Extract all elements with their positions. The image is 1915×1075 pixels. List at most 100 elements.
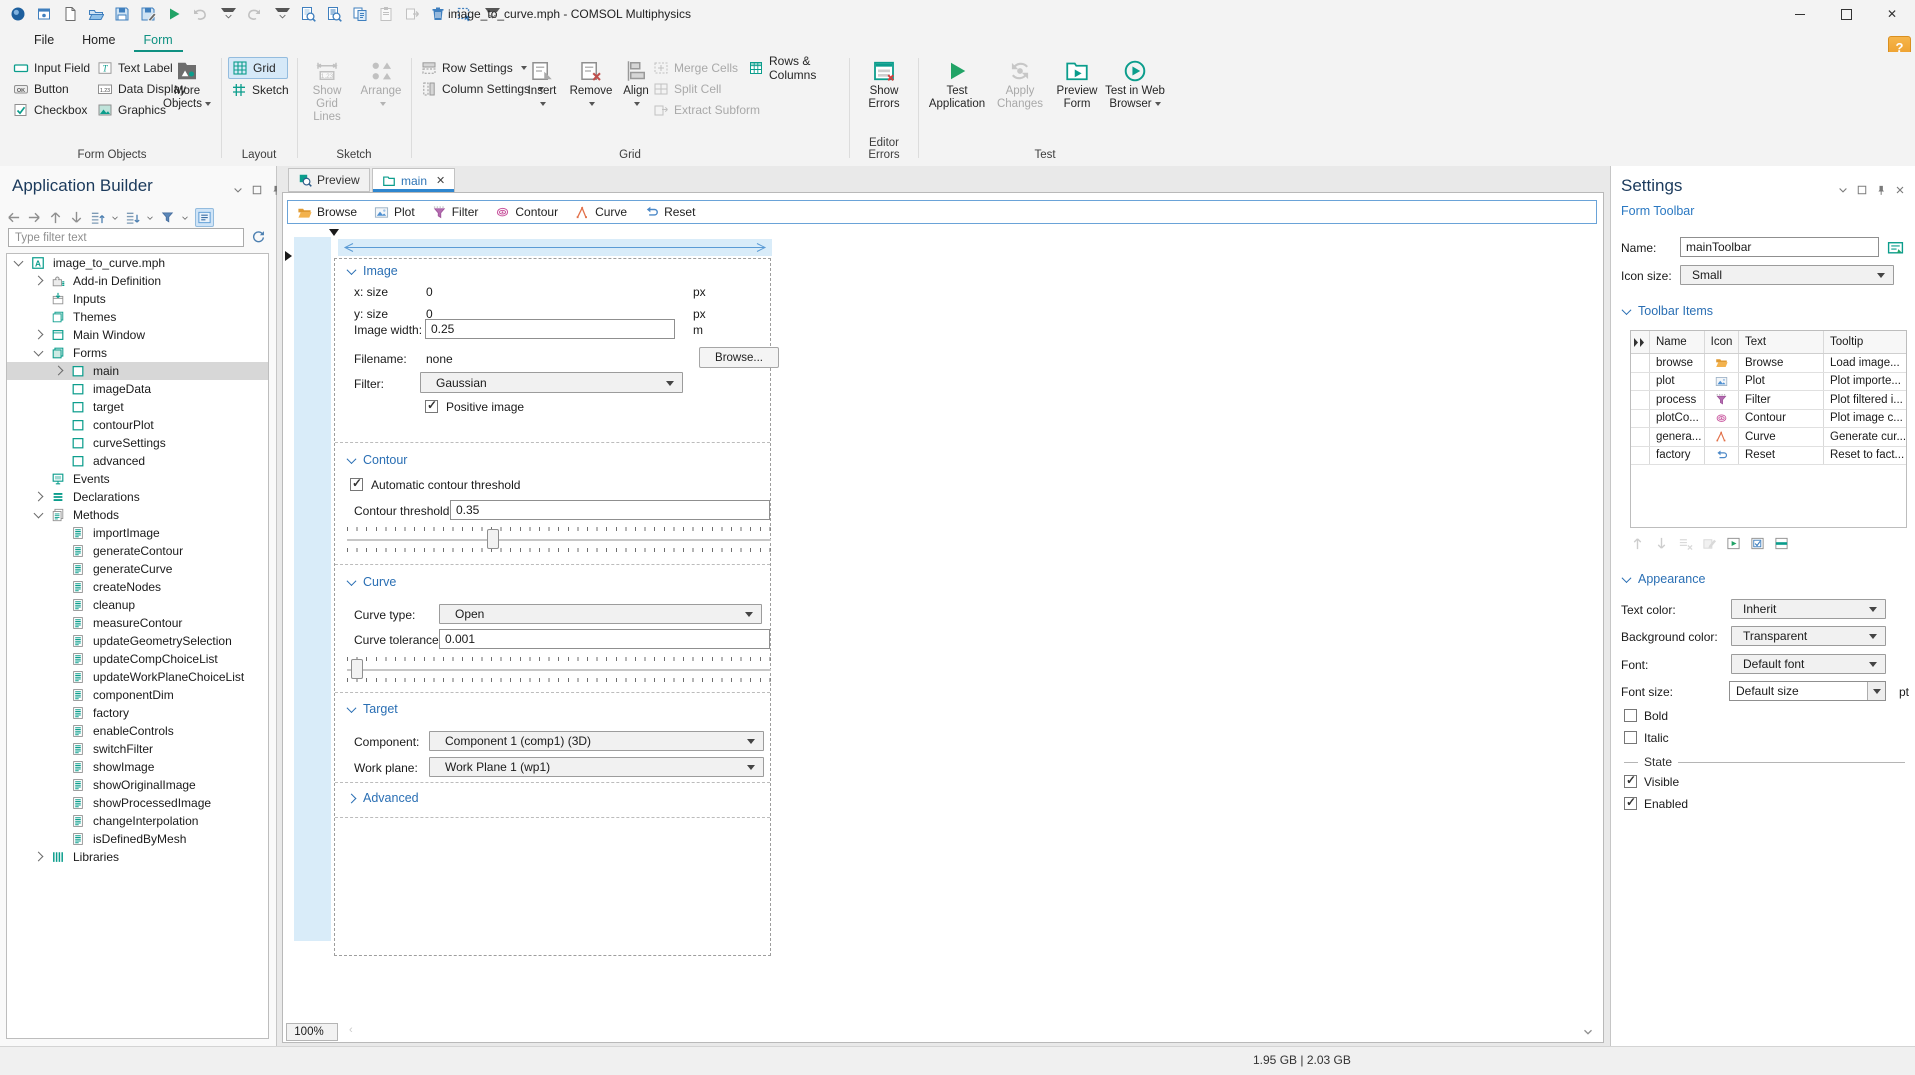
- open-file-icon[interactable]: [88, 6, 104, 22]
- tree-item-measureContour[interactable]: measureContour: [7, 614, 268, 632]
- item-name-cell[interactable]: factory: [1650, 446, 1705, 464]
- column-header-icon[interactable]: Icon: [1705, 331, 1739, 353]
- item-text-cell[interactable]: Browse: [1739, 354, 1824, 372]
- form-toolbar-browse-button[interactable]: Browse: [297, 205, 357, 220]
- item-text-cell[interactable]: Reset: [1739, 446, 1824, 464]
- item-name-cell[interactable]: process: [1650, 391, 1705, 409]
- tree-item-enableControls[interactable]: enableControls: [7, 722, 268, 740]
- toolbar-item-row[interactable]: process Filter Plot filtered i...: [1631, 391, 1906, 410]
- name-input[interactable]: [1680, 237, 1879, 257]
- item-text-cell[interactable]: Filter: [1739, 391, 1824, 409]
- item-text-cell[interactable]: Curve: [1739, 428, 1824, 446]
- italic-checkbox[interactable]: [1624, 731, 1637, 744]
- item-text-cell[interactable]: Plot: [1739, 372, 1824, 390]
- positive-image-checkbox[interactable]: [425, 398, 438, 413]
- toolbar-item-row[interactable]: plot Plot Plot importe...: [1631, 372, 1906, 391]
- split-cell-button[interactable]: Split Cell: [650, 79, 724, 99]
- tree-item-changeInterpolation[interactable]: changeInterpolation: [7, 812, 268, 830]
- toggle-editor-icon[interactable]: [195, 208, 214, 227]
- nav-back-icon[interactable]: [6, 210, 21, 225]
- enabled-checkbox[interactable]: [1624, 795, 1637, 810]
- panel-float-icon[interactable]: [1856, 184, 1868, 196]
- tree-item-imageData[interactable]: imageData: [7, 380, 268, 398]
- tree-item-curveSettings[interactable]: curveSettings: [7, 434, 268, 452]
- tab-preview[interactable]: Preview: [288, 168, 370, 192]
- item-name-cell[interactable]: plot: [1650, 372, 1705, 390]
- caret-down-icon[interactable]: [181, 214, 189, 222]
- tree-item-updateWorkPlaneChoiceList[interactable]: updateWorkPlaneChoiceList: [7, 668, 268, 686]
- zoom-level-dropdown[interactable]: 100%: [286, 1023, 338, 1041]
- rename-icon[interactable]: [1887, 239, 1904, 256]
- section-image[interactable]: Image: [346, 264, 398, 278]
- apply-changes-button[interactable]: Apply Changes: [992, 56, 1048, 111]
- toolbar-item-row[interactable]: plotCo... Contour Plot image c...: [1631, 409, 1906, 428]
- row-handle[interactable]: [1631, 372, 1650, 390]
- refresh-icon[interactable]: [251, 229, 266, 244]
- add-separator-icon[interactable]: [1774, 536, 1789, 551]
- tree-item-showImage[interactable]: showImage: [7, 758, 268, 776]
- column-marker-icon[interactable]: [329, 229, 339, 236]
- tree-item-Forms[interactable]: Forms: [7, 344, 268, 362]
- combo-arrow-icon[interactable]: [1867, 682, 1885, 700]
- tab-file[interactable]: File: [24, 30, 64, 52]
- tree-item-generateCurve[interactable]: generateCurve: [7, 560, 268, 578]
- expand-all-icon[interactable]: [125, 210, 140, 225]
- minimize-button[interactable]: [1777, 0, 1823, 28]
- tree-item-importImage[interactable]: importImage: [7, 524, 268, 542]
- preview-form-button[interactable]: Preview Form: [1052, 56, 1102, 111]
- panel-caret-icon[interactable]: [1837, 184, 1849, 196]
- bold-checkbox[interactable]: [1624, 709, 1637, 722]
- expand-chevron-icon[interactable]: [33, 491, 44, 502]
- grid-row-handle[interactable]: [294, 237, 331, 941]
- form-toolbar-filter-button[interactable]: Filter: [432, 205, 478, 220]
- close-tab-icon[interactable]: ✕: [436, 174, 445, 187]
- tree-item-Declarations[interactable]: Declarations: [7, 488, 268, 506]
- run-icon[interactable]: [166, 6, 182, 22]
- icon-size-dropdown[interactable]: Small: [1680, 265, 1894, 285]
- contour-threshold-input[interactable]: 0.35: [450, 500, 770, 520]
- add-button-icon[interactable]: [1726, 536, 1741, 551]
- edit-item-icon[interactable]: [1702, 536, 1717, 551]
- nav-up-icon[interactable]: [48, 210, 63, 225]
- button-button[interactable]: OK Button: [10, 79, 72, 99]
- redo-icon[interactable]: [246, 6, 262, 22]
- tree-item-image_to_curve.mph[interactable]: Aimage_to_curve.mph: [7, 254, 268, 272]
- item-tooltip-cell[interactable]: Plot filtered i...: [1824, 391, 1906, 409]
- slider-thumb[interactable]: [487, 529, 499, 549]
- tab-main-form[interactable]: main ✕: [372, 168, 456, 192]
- tree-item-Events[interactable]: Events: [7, 470, 268, 488]
- expand-chevron-icon[interactable]: [33, 329, 44, 340]
- tree-item-Main Window[interactable]: Main Window: [7, 326, 268, 344]
- move-up-icon[interactable]: [1630, 536, 1645, 551]
- copy-icon[interactable]: [352, 6, 368, 22]
- component-dropdown[interactable]: Component 1 (comp1) (3D): [429, 731, 764, 751]
- panel-caret-icon[interactable]: [232, 184, 244, 196]
- maximize-button[interactable]: [1823, 0, 1869, 28]
- curve-type-dropdown[interactable]: Open: [439, 604, 762, 624]
- sketch-mode-button[interactable]: Sketch: [228, 80, 289, 100]
- scroll-down-icon[interactable]: [1581, 1025, 1595, 1039]
- item-tooltip-cell[interactable]: Plot image c...: [1824, 410, 1906, 428]
- row-handle[interactable]: [1631, 446, 1650, 464]
- caret-down-icon[interactable]: [111, 214, 119, 222]
- tree-item-main[interactable]: main: [7, 362, 268, 380]
- image-width-input[interactable]: 0.25: [425, 319, 675, 339]
- visible-checkbox[interactable]: [1624, 773, 1637, 788]
- input-field-button[interactable]: Input Field: [10, 58, 93, 78]
- grid-mode-button[interactable]: Grid: [228, 57, 288, 79]
- nav-down-icon[interactable]: [69, 210, 84, 225]
- duplicate-icon[interactable]: [404, 6, 420, 22]
- curve-tolerance-input[interactable]: 0.001: [439, 629, 770, 649]
- row-marker-icon[interactable]: [285, 251, 292, 261]
- application-icon[interactable]: [36, 6, 52, 22]
- more-objects-button[interactable]: More Objects: [160, 56, 214, 111]
- tab-form[interactable]: Form: [133, 30, 183, 52]
- filter-funnel-icon[interactable]: [160, 210, 175, 225]
- background-color-dropdown[interactable]: Transparent: [1731, 626, 1886, 646]
- tree-item-factory[interactable]: factory: [7, 704, 268, 722]
- column-header-tooltip[interactable]: Tooltip: [1824, 331, 1906, 353]
- add-toggle-icon[interactable]: [1750, 536, 1765, 551]
- tree-item-updateGeometrySelection[interactable]: updateGeometrySelection: [7, 632, 268, 650]
- comsol-logo-icon[interactable]: [10, 6, 26, 22]
- item-tooltip-cell[interactable]: Reset to fact...: [1824, 447, 1906, 465]
